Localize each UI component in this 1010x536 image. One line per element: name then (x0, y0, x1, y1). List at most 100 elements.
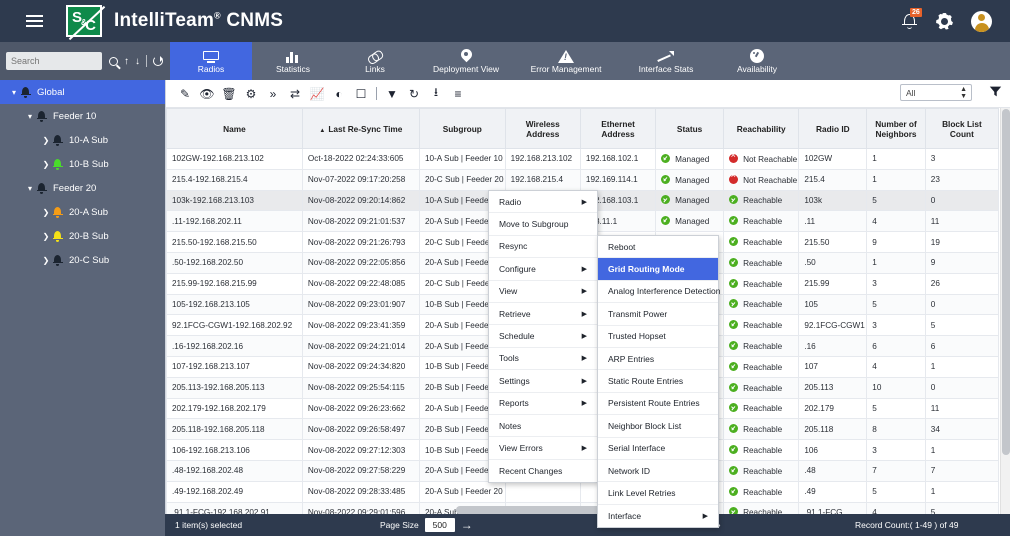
gear-icon[interactable] (936, 13, 953, 30)
sidebar-item-20-c-sub[interactable]: ❯20-C Sub (0, 248, 165, 272)
menu-item-view-errors[interactable]: View Errors▶ (489, 437, 597, 459)
cell-name-text: 205.118-192.168.205.118 (172, 425, 265, 434)
tab-links[interactable]: Links (334, 42, 416, 80)
sidebar-item-10-b-sub[interactable]: ❯10-B Sub (0, 152, 165, 176)
chevron-right-icon[interactable]: ❯ (40, 256, 52, 265)
menu-item-persistent-route-entries[interactable]: Persistent Route Entries (598, 393, 718, 415)
menu-item-retrieve[interactable]: Retrieve▶ (489, 303, 597, 325)
menu-item-reports[interactable]: Reports▶ (489, 393, 597, 415)
tab-interface-stats[interactable]: Interface Stats (616, 42, 716, 80)
menu-item-radio[interactable]: Radio▶ (489, 191, 597, 213)
tab-statistics[interactable]: Statistics (252, 42, 334, 80)
bar-chart-icon[interactable]: 📈 (306, 83, 328, 105)
chevron-right-icon[interactable]: ❯ (40, 232, 52, 241)
cell-block-list-count-text: 1 (931, 487, 936, 496)
menu-item-view[interactable]: View▶ (489, 281, 597, 303)
sort-asc-icon[interactable]: ↑ (124, 56, 129, 67)
double-chevron-right-icon[interactable]: » (262, 83, 284, 105)
column-header-ethernet-address[interactable]: Ethernet Address (580, 109, 655, 149)
menu-item-serial-interface[interactable]: Serial Interface (598, 438, 718, 460)
tab-deployment-view[interactable]: Deployment View (416, 42, 516, 80)
settings-sliders-icon[interactable]: ⚙ (240, 83, 262, 105)
list-lines-icon[interactable]: ≡ (447, 83, 469, 105)
search-icon[interactable] (109, 57, 118, 66)
sidebar-item-20-a-sub[interactable]: ❯20-A Sub (0, 200, 165, 224)
sidebar-item-feeder-10[interactable]: ▾Feeder 10 (0, 104, 165, 128)
menu-item-tools[interactable]: Tools▶ (489, 348, 597, 370)
edit-pencil-icon[interactable]: ✎ (174, 83, 196, 105)
chevron-right-icon[interactable]: ❯ (40, 136, 52, 145)
filter-funnel-icon[interactable]: ▼ (381, 83, 403, 105)
menu-item-label: Transmit Power (608, 309, 667, 319)
column-header-block-list-count[interactable]: Block List Count (925, 109, 998, 149)
menu-item-network-id[interactable]: Network ID (598, 460, 718, 482)
menu-item-interface[interactable]: Interface▶ (598, 505, 718, 527)
download-icon[interactable]: ⭳ (425, 83, 447, 105)
menu-item-static-route-entries[interactable]: Static Route Entries (598, 370, 718, 392)
pie-chart-icon[interactable]: ◐ (328, 83, 350, 105)
tab-radios[interactable]: Radios (170, 42, 252, 80)
square-outline-icon[interactable]: ☐ (350, 83, 372, 105)
chevron-down-icon[interactable]: ▾ (8, 88, 20, 97)
menu-item-analog-interference-detection[interactable]: Analog Interference Detection (598, 281, 718, 303)
menu-item-neighbor-block-list[interactable]: Neighbor Block List (598, 415, 718, 437)
search-input[interactable] (6, 52, 102, 70)
cell-reachability: Reachable (724, 377, 799, 398)
trash-icon[interactable]: 🗑 (218, 83, 240, 105)
column-header-radio-id[interactable]: Radio ID (799, 109, 867, 149)
column-header-status[interactable]: Status (656, 109, 724, 149)
cell-name-text: .48-192.168.202.48 (172, 466, 243, 475)
sidebar-item-20-b-sub[interactable]: ❯20-B Sub (0, 224, 165, 248)
cell-reachability-text: Not Reachable (743, 176, 797, 185)
eye-icon[interactable]: 👁 (196, 83, 218, 105)
menu-item-resync[interactable]: Resync (489, 236, 597, 258)
cell-name-text: 107-192.168.213.107 (172, 362, 250, 371)
menu-item-transmit-power[interactable]: Transmit Power (598, 303, 718, 325)
cell-radio-id: 205.113 (799, 377, 867, 398)
avatar[interactable] (971, 11, 992, 32)
swap-arrows-icon[interactable]: ⇄ (284, 83, 306, 105)
column-header-wireless-address[interactable]: Wireless Address (505, 109, 580, 149)
menu-item-schedule[interactable]: Schedule▶ (489, 325, 597, 347)
column-header-subgroup[interactable]: Subgroup (419, 109, 505, 149)
sidebar-item-10-a-sub[interactable]: ❯10-A Sub (0, 128, 165, 152)
sidebar-item-global[interactable]: ▾Global (0, 80, 165, 104)
advanced-filter-icon[interactable] (989, 85, 1002, 103)
tab-error-management[interactable]: Error Management (516, 42, 616, 80)
tab-availability[interactable]: Availability (716, 42, 798, 80)
column-header-reachability[interactable]: Reachability (724, 109, 799, 149)
menu-item-move-to-subgroup[interactable]: Move to Subgroup (489, 213, 597, 235)
menu-item-reboot[interactable]: Reboot (598, 236, 718, 258)
column-header-name[interactable]: Name (167, 109, 303, 149)
column-header-number-of-neighbors[interactable]: Number of Neighbors (867, 109, 926, 149)
menu-item-trusted-hopset[interactable]: Trusted Hopset (598, 326, 718, 348)
scroll-thumb[interactable] (1002, 109, 1010, 455)
menu-item-grid-routing-mode[interactable]: Grid Routing Mode (598, 258, 718, 280)
sidebar-item-feeder-20[interactable]: ▾Feeder 20 (0, 176, 165, 200)
menu-item-link-level-retries[interactable]: Link Level Retries (598, 482, 718, 504)
column-header-last-re-sync-time[interactable]: ▲Last Re-Sync Time (302, 109, 419, 149)
cell-radio-id: 105 (799, 294, 867, 315)
chevron-down-icon[interactable]: ▾ (24, 112, 36, 121)
refresh-circle-icon[interactable]: ↻ (403, 83, 425, 105)
table-row[interactable]: 102GW-192.168.213.102Oct-18-2022 02:24:3… (167, 149, 999, 170)
chevron-down-icon[interactable]: ▾ (24, 184, 36, 193)
menu-item-notes[interactable]: Notes (489, 415, 597, 437)
cell-last-resync-time: Nov-08-2022 09:23:41:359 (302, 315, 419, 336)
chevron-right-icon[interactable]: ❯ (40, 160, 52, 169)
notifications-bell-icon[interactable]: 26 (901, 12, 918, 31)
menu-item-recent-changes[interactable]: Recent Changes (489, 460, 597, 482)
sort-desc-icon[interactable]: ↓ (135, 56, 140, 67)
page-size-input[interactable]: 500 (425, 518, 455, 532)
table-row[interactable]: 215.4-192.168.215.4Nov-07-2022 09:17:20:… (167, 169, 999, 190)
hamburger-menu-icon[interactable] (26, 15, 52, 27)
menu-item-configure[interactable]: Configure▶ (489, 258, 597, 280)
arrow-right-icon[interactable]: → (461, 518, 473, 532)
refresh-icon[interactable] (153, 56, 163, 66)
menu-item-settings[interactable]: Settings▶ (489, 370, 597, 392)
vertical-scrollbar[interactable] (1000, 108, 1010, 514)
filter-select[interactable]: All ▲▼ (900, 84, 972, 101)
menu-item-arp-entries[interactable]: ARP Entries (598, 348, 718, 370)
chevron-right-icon[interactable]: ❯ (40, 208, 52, 217)
table-row[interactable]: .49-192.168.202.49Nov-08-2022 09:28:33:4… (167, 481, 999, 502)
